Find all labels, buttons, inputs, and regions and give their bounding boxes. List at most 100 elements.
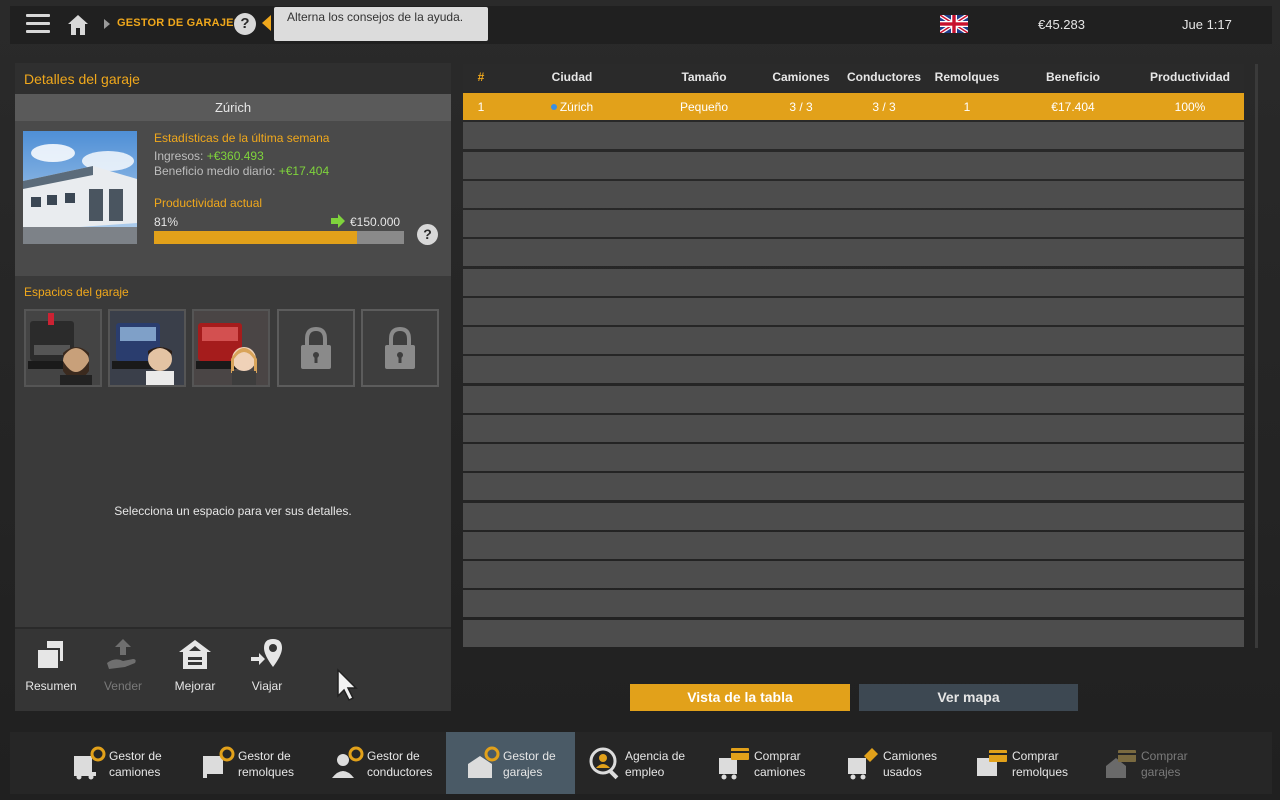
driver-manager-icon: [332, 746, 364, 778]
table-row-empty: [463, 473, 1244, 501]
productivity-bar-fill: [154, 231, 357, 244]
travel-label: Viajar: [251, 679, 283, 693]
column-header[interactable]: Remolques: [929, 70, 1005, 84]
game-clock: Jue 1:17: [1182, 17, 1232, 32]
table-row-empty: [463, 590, 1244, 618]
cell-productivity: 100%: [1174, 100, 1206, 114]
table-row-empty: [463, 151, 1244, 179]
cell-drivers: 3 / 3: [872, 100, 896, 114]
garage-actions: Resumen Vender Mejorar Viajar: [15, 627, 451, 711]
upgrade-icon: [179, 640, 211, 669]
hamburger-icon[interactable]: [26, 14, 50, 34]
table-view-button[interactable]: Vista de la tabla: [630, 684, 850, 711]
garage-slot[interactable]: [24, 309, 102, 387]
nav-label: Gestor de remolques: [238, 749, 295, 779]
column-header[interactable]: Conductores: [843, 70, 925, 84]
table-row-empty: [463, 210, 1244, 237]
nav-used-trucks[interactable]: Camiones usados: [826, 732, 955, 794]
summary-icon: [36, 641, 63, 670]
productivity-bar: [154, 231, 404, 244]
productivity-percent: 81%: [154, 215, 179, 229]
breadcrumb-separator-icon: [104, 19, 110, 29]
buy-trucks-icon: [719, 748, 749, 780]
nav-buy-trucks[interactable]: Comprar camiones: [697, 732, 826, 794]
truck-driver-portrait: [194, 311, 268, 385]
truck-driver-portrait: [26, 311, 100, 385]
bottom-navigation: Gestor de camiones Gestor de remolques Ges…: [10, 732, 1272, 794]
table-row-empty: [463, 385, 1244, 413]
help-toggle-button[interactable]: ?: [234, 13, 256, 35]
summary-button[interactable]: Resumen: [19, 637, 83, 693]
sell-label: Vender: [103, 679, 143, 693]
column-header[interactable]: Beneficio: [1033, 70, 1113, 84]
productivity-help-button[interactable]: ?: [417, 224, 438, 245]
truck-driver-portrait: [110, 311, 184, 385]
table-body: 1 Zúrich Pequeño 3 / 3 3 / 3 1 €17.404 1…: [463, 93, 1244, 649]
nav-label: Comprar remolques: [1012, 749, 1069, 779]
home-icon[interactable]: [66, 13, 90, 37]
select-slot-message: Selecciona un espacio para ver sus detal…: [114, 504, 352, 518]
nav-label: Gestor de conductores: [367, 749, 433, 779]
nav-trailer-manager[interactable]: Gestor de remolques: [181, 732, 310, 794]
upgrade-button[interactable]: Mejorar: [163, 637, 227, 693]
lock-icon: [385, 326, 415, 369]
nav-label: Camiones usados: [883, 749, 938, 779]
column-header[interactable]: #: [471, 70, 491, 84]
column-header[interactable]: Tamaño: [663, 70, 745, 84]
table-row-empty: [463, 180, 1244, 208]
tooltip-arrow: [262, 15, 271, 31]
cell-trucks: 3 / 3: [789, 100, 813, 114]
garage-slot[interactable]: [108, 309, 186, 387]
map-view-button[interactable]: Ver mapa: [859, 684, 1078, 711]
table-row-empty: [463, 619, 1244, 647]
app-root: GESTOR DE GARAJES ? Alterna los consejos…: [0, 0, 1280, 800]
nav-label: Comprar garajes: [1141, 749, 1188, 779]
avg-profit-line: Beneficio medio diario: +€17.404: [154, 164, 329, 178]
table-row-empty: [463, 531, 1244, 559]
table-row-empty: [463, 502, 1244, 530]
income-line: Ingresos: +€360.493: [154, 149, 264, 163]
garage-details-panel: Detalles del garaje Zúrich Estadísticas …: [15, 63, 451, 711]
income-label: Ingresos:: [154, 149, 204, 163]
nav-label: Gestor de camiones: [109, 749, 162, 779]
garage-slot-locked[interactable]: [277, 309, 355, 387]
table-row-empty: [463, 268, 1244, 296]
column-header[interactable]: Ciudad: [533, 70, 611, 84]
garage-stats: Estadísticas de la última semana Ingreso…: [15, 121, 451, 276]
uk-flag-icon[interactable]: [940, 15, 968, 33]
table-scrollbar[interactable]: [1255, 64, 1258, 648]
column-header[interactable]: Productividad: [1143, 70, 1237, 84]
city-dot-icon: [550, 104, 557, 110]
cell-city-text: Zúrich: [559, 100, 594, 114]
table-row-empty: [463, 356, 1244, 384]
nav-garage-manager[interactable]: Gestor de garajes: [446, 732, 575, 794]
help-tooltip: Alterna los consejos de la ayuda.: [274, 7, 488, 41]
table-row-empty: [463, 561, 1244, 588]
sell-button[interactable]: Vender: [91, 637, 155, 693]
avg-profit-label: Beneficio medio diario:: [154, 164, 276, 178]
nav-recruitment-agency[interactable]: Agencia de empleo: [568, 732, 697, 794]
garage-slot[interactable]: [192, 309, 270, 387]
summary-label: Resumen: [25, 679, 77, 693]
table-row-empty: [463, 239, 1244, 267]
mouse-cursor-icon: [337, 668, 358, 702]
travel-button[interactable]: Viajar: [235, 637, 299, 693]
breadcrumb[interactable]: GESTOR DE GARAJES: [117, 17, 241, 29]
avg-profit-value: +€17.404: [278, 164, 330, 178]
nav-driver-manager[interactable]: Gestor de conductores: [310, 732, 439, 794]
next-upgrade-cost: €150.000: [350, 215, 401, 229]
nav-truck-manager[interactable]: Gestor de camiones: [52, 732, 181, 794]
nav-buy-trailers[interactable]: Comprar remolques: [955, 732, 1084, 794]
sell-icon: [107, 639, 136, 669]
garage-spaces-title: Espacios del garaje: [24, 285, 129, 299]
garage-slot-locked[interactable]: [361, 309, 439, 387]
garage-image: [23, 131, 137, 244]
buy-garages-icon: [1106, 750, 1136, 778]
nav-label: Agencia de empleo: [625, 749, 686, 779]
upgrade-label: Mejorar: [174, 679, 216, 693]
nav-buy-garages[interactable]: Comprar garajes: [1084, 732, 1213, 794]
column-header[interactable]: Camiones: [761, 70, 841, 84]
buy-trailers-icon: [977, 750, 1007, 776]
nav-label: Comprar camiones: [754, 749, 806, 779]
table-row[interactable]: 1 Zúrich Pequeño 3 / 3 3 / 3 1 €17.404 1…: [463, 93, 1244, 120]
